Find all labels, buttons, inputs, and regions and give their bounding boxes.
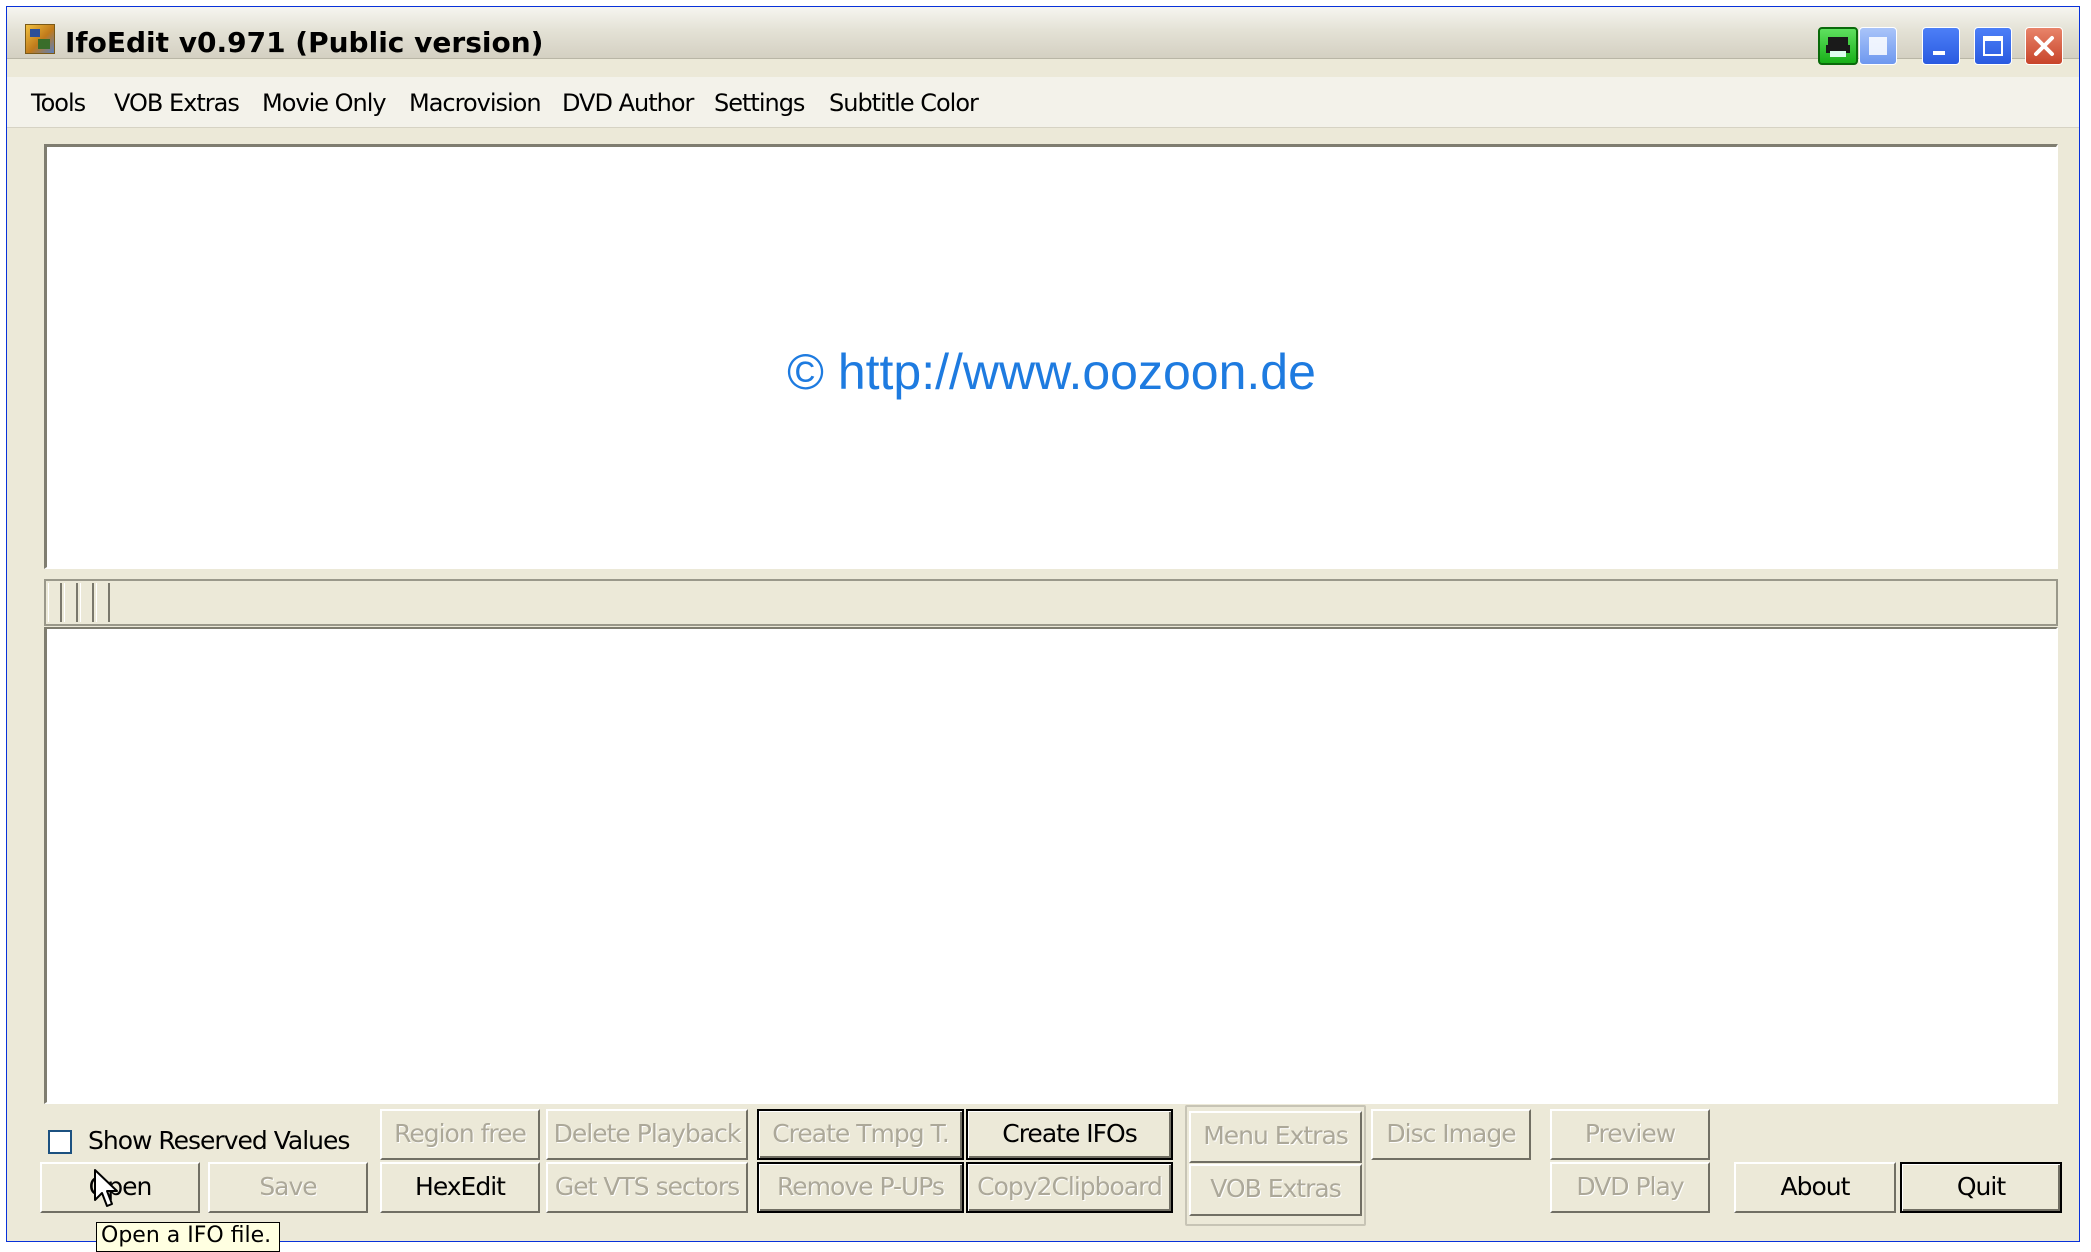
get-vts-sectors-button[interactable]: Get VTS sectors xyxy=(546,1162,748,1213)
preview-button[interactable]: Preview xyxy=(1550,1109,1710,1160)
title-bar[interactable]: IfoEdit v0.971 (Public version) xyxy=(7,7,2079,65)
about-button[interactable]: About xyxy=(1734,1162,1896,1213)
menu-movie-only[interactable]: Movie Only xyxy=(262,89,387,117)
rollup-button[interactable] xyxy=(1859,27,1897,65)
column-header-cell[interactable] xyxy=(48,583,62,622)
app-icon[interactable] xyxy=(25,24,55,54)
window-title: IfoEdit v0.971 (Public version) xyxy=(65,26,544,59)
tray-icon[interactable] xyxy=(1818,27,1858,65)
menu-bar: Tools VOB Extras Movie Only Macrovision … xyxy=(7,77,2079,128)
create-tmpg-button[interactable]: Create Tmpg T. xyxy=(757,1109,964,1160)
close-button[interactable] xyxy=(2025,27,2063,65)
copy2clipboard-button[interactable]: Copy2Clipboard xyxy=(966,1162,1173,1213)
dvd-play-button[interactable]: DVD Play xyxy=(1550,1162,1710,1213)
menu-tools[interactable]: Tools xyxy=(31,89,86,117)
create-ifos-button[interactable]: Create IFOs xyxy=(966,1109,1173,1160)
column-header-bar[interactable] xyxy=(44,579,2058,626)
maximize-button[interactable] xyxy=(1974,27,2012,65)
menu-extras-button[interactable]: Menu Extras xyxy=(1189,1111,1362,1163)
vob-extras-button[interactable]: VOB Extras xyxy=(1189,1164,1362,1216)
delete-playback-button[interactable]: Delete Playback xyxy=(546,1109,748,1160)
menu-subtitle-color[interactable]: Subtitle Color xyxy=(829,89,979,117)
quit-button[interactable]: Quit xyxy=(1900,1162,2062,1213)
menu-vob-extras[interactable]: VOB Extras xyxy=(114,89,240,117)
show-reserved-label: Show Reserved Values xyxy=(88,1126,350,1155)
ifo-list-panel[interactable] xyxy=(44,627,2058,1104)
mouse-cursor-icon xyxy=(94,1169,118,1207)
homepage-link[interactable]: © http://www.oozoon.de xyxy=(47,343,2056,401)
info-panel[interactable]: © http://www.oozoon.de xyxy=(44,144,2058,569)
menu-dvd-author[interactable]: DVD Author xyxy=(562,89,694,117)
hexedit-button[interactable]: HexEdit xyxy=(380,1162,540,1213)
main-window: IfoEdit v0.971 (Public version) Tools VO… xyxy=(6,6,2080,1242)
remove-pups-button[interactable]: Remove P-UPs xyxy=(757,1162,964,1213)
menu-macrovision[interactable]: Macrovision xyxy=(409,89,542,117)
column-header-cell[interactable] xyxy=(80,583,94,622)
open-tooltip: Open a IFO file. xyxy=(96,1222,280,1252)
save-button[interactable]: Save xyxy=(208,1162,368,1213)
minimize-button[interactable] xyxy=(1922,27,1960,65)
column-header-cell[interactable] xyxy=(96,583,110,622)
region-free-button[interactable]: Region free xyxy=(380,1109,540,1160)
show-reserved-checkbox[interactable] xyxy=(48,1130,72,1154)
column-header-cell[interactable] xyxy=(64,583,78,622)
menu-settings[interactable]: Settings xyxy=(714,89,805,117)
disc-image-button[interactable]: Disc Image xyxy=(1371,1109,1531,1160)
